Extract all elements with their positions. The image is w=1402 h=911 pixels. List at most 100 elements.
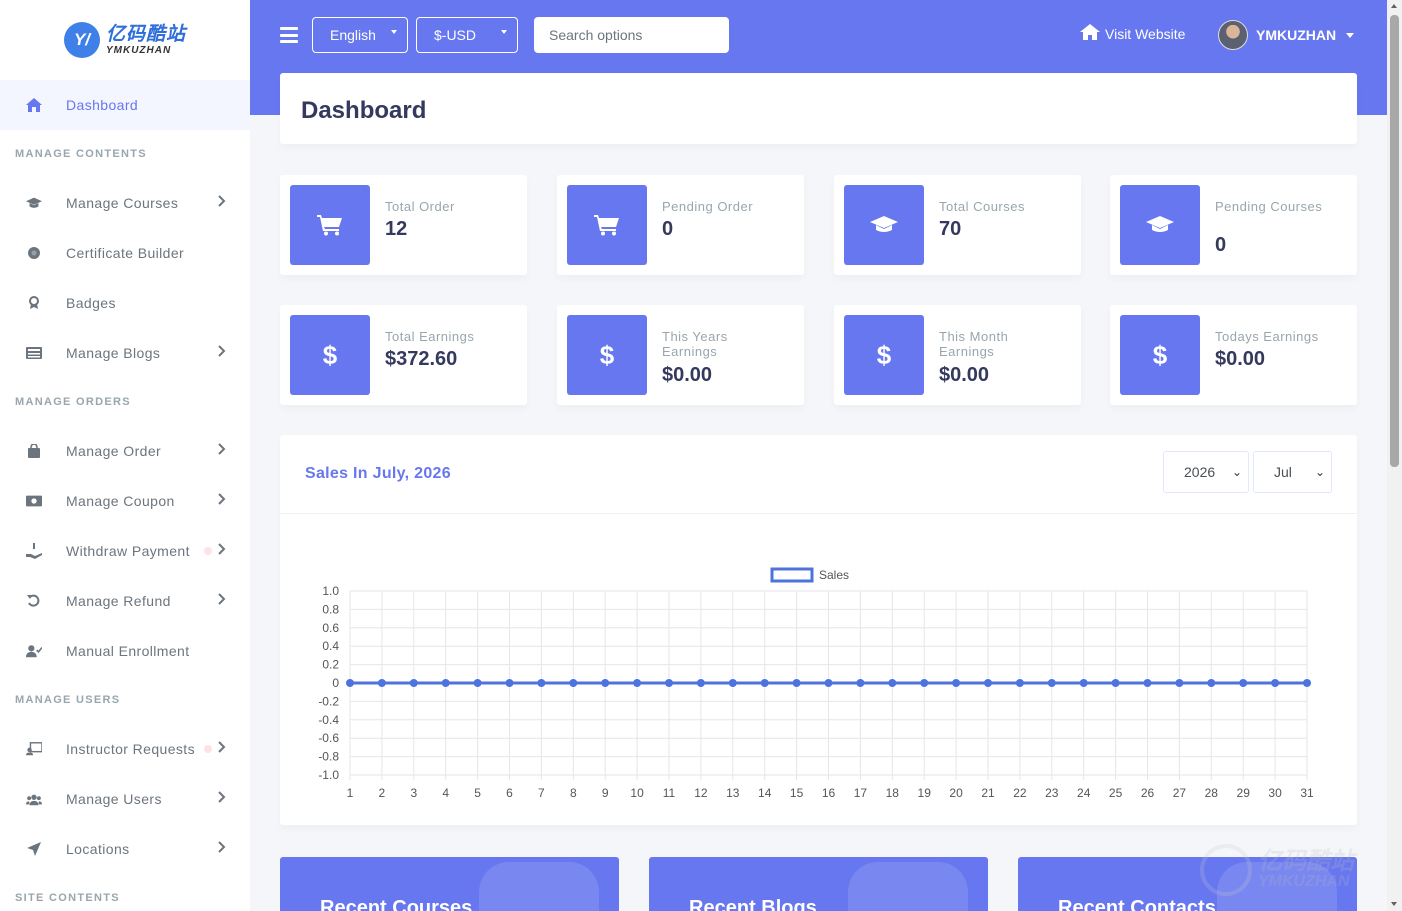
data-point xyxy=(1047,679,1056,687)
stat-card: $ Total Earnings $372.60 xyxy=(280,305,527,405)
stat-card: $ This Month Earnings $0.00 xyxy=(834,305,1081,405)
data-point xyxy=(888,679,897,687)
sidebar-item-label: Dashboard xyxy=(66,97,139,113)
x-tick-label: 30 xyxy=(1268,786,1282,800)
sidebar-item-label: Manage Coupon xyxy=(66,493,175,509)
data-point xyxy=(1239,679,1248,687)
menu-section-header: MANAGE CONTENTS xyxy=(15,148,147,160)
sidebar-item-label: Locations xyxy=(66,841,130,857)
sidebar-item-dashboard[interactable]: Dashboard xyxy=(0,80,250,130)
newspaper-icon xyxy=(26,345,42,361)
sidebar-item-manage-order[interactable]: Manage Order xyxy=(0,426,250,476)
hamburger-menu-icon[interactable] xyxy=(280,27,298,43)
sidebar-item-manage-users[interactable]: Manage Users xyxy=(0,774,250,824)
chalkboard-teacher-icon xyxy=(26,741,42,757)
sidebar-item-manage-refund[interactable]: Manage Refund xyxy=(0,576,250,626)
sidebar-item-label: Withdraw Payment xyxy=(66,543,190,559)
y-tick-label: 0.8 xyxy=(322,602,339,616)
watermark-logo: 亿码酷站 YMKUZHAN xyxy=(1200,840,1390,900)
x-tick-label: 15 xyxy=(790,786,804,800)
menu-section-header: MANAGE USERS xyxy=(15,694,121,706)
graduation-cap-icon xyxy=(479,862,599,911)
x-tick-label: 17 xyxy=(854,786,868,800)
sidebar-item-manage-blogs[interactable]: Manage Blogs xyxy=(0,328,250,378)
stat-value: 70 xyxy=(939,218,962,240)
stat-card: Pending Order 0 xyxy=(557,175,804,275)
x-tick-label: 13 xyxy=(726,786,740,800)
stat-label: Total Order xyxy=(385,199,455,214)
x-tick-label: 16 xyxy=(822,786,836,800)
sidebar-item-label: Instructor Requests xyxy=(66,741,195,757)
brand-logo[interactable]: Y/ 亿码酷站 YMKUZHAN xyxy=(0,0,250,80)
x-tick-label: 9 xyxy=(602,786,609,800)
logo-mark-icon: Y/ xyxy=(63,22,100,58)
stat-card: Pending Courses 0 xyxy=(1110,175,1357,275)
recent-blogs-card: Recent Blogs xyxy=(649,857,988,911)
sidebar-item-manage-coupon[interactable]: Manage Coupon xyxy=(0,476,250,526)
watermark-circle-icon xyxy=(1200,844,1252,896)
sidebar-item-manual-enrollment[interactable]: Manual Enrollment xyxy=(0,626,250,676)
sidebar-item-label: Manage Blogs xyxy=(66,345,161,361)
x-tick-label: 20 xyxy=(949,786,963,800)
scrollbar[interactable] xyxy=(1387,0,1402,911)
certificate-icon xyxy=(26,245,42,261)
rss-icon xyxy=(848,862,968,911)
x-tick-label: 2 xyxy=(379,786,386,800)
data-point xyxy=(696,679,705,687)
stat-label: Pending Order xyxy=(662,199,754,214)
brand-name-cn: 亿码酷站 xyxy=(105,23,186,45)
language-value: English xyxy=(330,27,376,43)
x-tick-label: 26 xyxy=(1141,786,1155,800)
dollar-icon: $ xyxy=(1120,315,1200,395)
notification-dot xyxy=(204,547,212,555)
data-point xyxy=(920,679,929,687)
x-tick-label: 6 xyxy=(506,786,513,800)
sidebar-item-label: Manual Enrollment xyxy=(66,643,190,659)
avatar xyxy=(1218,20,1248,50)
stat-label: This Month Earnings xyxy=(939,329,1009,359)
stat-value: $0.00 xyxy=(1215,348,1266,370)
data-point xyxy=(505,679,514,687)
page-title: Dashboard xyxy=(301,97,427,124)
sidebar-item-withdraw-payment[interactable]: Withdraw Payment xyxy=(0,526,250,576)
sales-line-chart: 1.00.80.60.40.20-0.2-0.4-0.6-0.8-1.01 2 3 4… xyxy=(318,567,1314,800)
currency-select[interactable]: $-USD xyxy=(416,17,518,53)
x-tick-label: 24 xyxy=(1077,786,1091,800)
y-tick-label: -1.0 xyxy=(318,768,339,782)
sidebar-item-certificate-builder[interactable]: Certificate Builder xyxy=(0,228,250,278)
x-tick-label: 31 xyxy=(1300,786,1314,800)
location-arrow-icon xyxy=(26,841,42,857)
stat-card: Total Order 12 xyxy=(280,175,527,275)
scrollbar-thumb[interactable] xyxy=(1390,15,1399,467)
watermark-en: YMKUZHAN xyxy=(1258,873,1350,890)
watermark-text: 亿码酷站 YMKUZHAN xyxy=(1258,850,1354,890)
data-point xyxy=(728,679,737,687)
sidebar-item-locations[interactable]: Locations xyxy=(0,824,250,874)
visit-website-label: Visit Website xyxy=(1105,25,1186,42)
chevron-right-icon xyxy=(218,592,230,610)
page-header: Dashboard xyxy=(280,73,1357,144)
dollar-icon: $ xyxy=(290,315,370,395)
chevron-down-icon xyxy=(1346,32,1355,38)
month-select[interactable]: Jul ⌄ xyxy=(1253,451,1332,493)
data-point xyxy=(1015,679,1024,687)
recent-courses-card: Recent Courses xyxy=(280,857,619,911)
shopping-bag-icon xyxy=(26,443,42,459)
y-tick-label: -0.6 xyxy=(318,731,339,745)
scroll-up-icon[interactable] xyxy=(1391,4,1397,8)
search-input[interactable] xyxy=(534,17,729,53)
home-icon xyxy=(1080,24,1100,43)
user-menu[interactable]: YMKUZHAN xyxy=(1218,20,1355,50)
watermark-cn: 亿码酷站 xyxy=(1258,848,1354,875)
year-value: 2026 xyxy=(1184,464,1216,480)
sidebar-item-manage-courses[interactable]: Manage Courses xyxy=(0,178,250,228)
x-tick-label: 14 xyxy=(758,786,772,800)
sidebar-item-instructor-requests[interactable]: Instructor Requests xyxy=(0,724,250,774)
visit-website-link[interactable]: Visit Website xyxy=(1080,24,1185,43)
graduation-cap-icon xyxy=(844,185,924,265)
stat-value: $0.00 xyxy=(662,364,713,386)
year-select[interactable]: 2026 ⌄ xyxy=(1163,451,1249,493)
sidebar-item-badges[interactable]: Badges xyxy=(0,278,250,328)
scroll-down-icon[interactable] xyxy=(1391,902,1397,906)
language-select[interactable]: English xyxy=(312,17,408,53)
